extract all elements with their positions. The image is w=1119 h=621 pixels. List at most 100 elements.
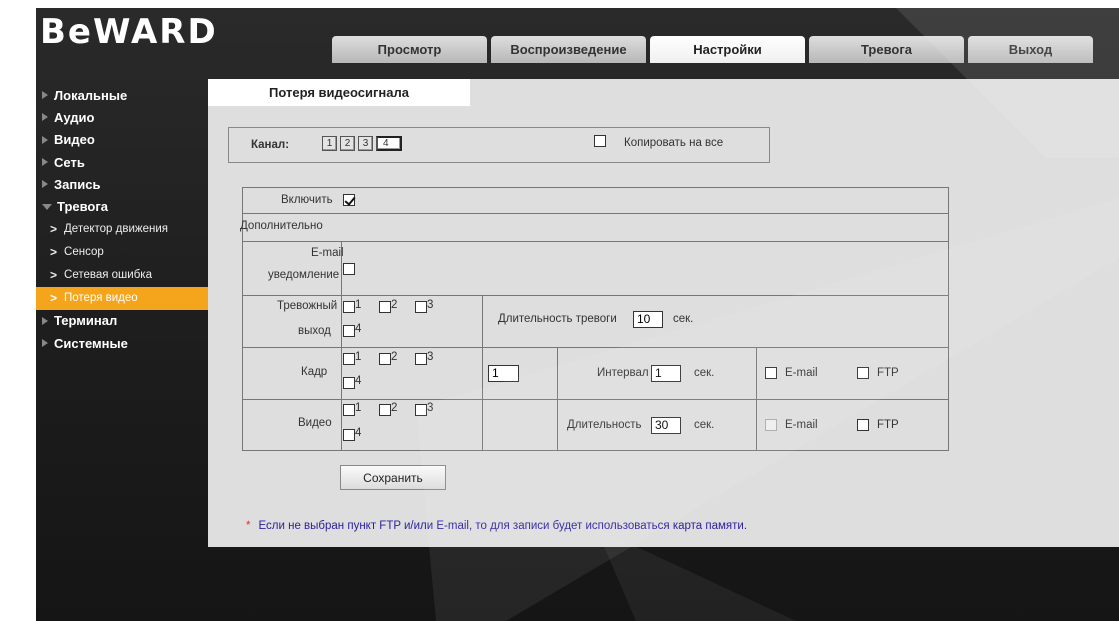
sidebar-item-video[interactable]: Видео <box>36 129 208 151</box>
sidebar-item-label: Системные <box>54 335 128 351</box>
channel-3-button[interactable]: 3 <box>358 136 373 151</box>
note-asterisk: * <box>246 520 251 532</box>
alarm-output-label: Тревожный <box>277 300 338 312</box>
sidebar-item-audio[interactable]: Аудио <box>36 106 208 128</box>
settings-panel: Потеря видеосигнала Канал: 1 2 3 4 Копир… <box>208 79 1119 547</box>
channel-selector: Канал: 1 2 3 4 Копировать на все <box>228 127 770 163</box>
divider <box>242 187 948 188</box>
ftp-option-label: FTP <box>877 367 899 379</box>
sidebar-item-alarm[interactable]: Тревога <box>36 195 208 217</box>
output-2-label: 2 <box>391 299 398 311</box>
sidebar-subitem-label: Потеря видео <box>64 292 138 305</box>
sidebar-item-local[interactable]: Локальные <box>36 84 208 106</box>
sidebar-subitem-network-error[interactable]: > Сетевая ошибка <box>36 264 208 287</box>
frame-output-3-checkbox[interactable] <box>415 353 427 365</box>
frame-label: Кадр <box>301 366 328 378</box>
divider <box>242 241 948 242</box>
sidebar-item-record[interactable]: Запись <box>36 173 208 195</box>
sidebar-subitem-motion-detector[interactable]: > Детектор движения <box>36 218 208 241</box>
sidebar-item-label: Терминал <box>54 313 118 329</box>
sidebar-item-label: Сеть <box>54 154 85 170</box>
alarm-output-4-checkbox[interactable] <box>343 325 355 337</box>
frame-output-4-checkbox[interactable] <box>343 377 355 389</box>
tab-alarm[interactable]: Тревога <box>809 36 964 63</box>
channel-1-button[interactable]: 1 <box>322 136 337 151</box>
video-label: Видео <box>298 417 332 429</box>
channel-4-button[interactable]: 4 <box>376 136 402 151</box>
triangle-right-icon <box>42 135 48 144</box>
triangle-right-icon <box>42 316 48 325</box>
video-output-2-checkbox[interactable] <box>379 404 391 416</box>
frame-output-1-checkbox[interactable] <box>343 353 355 365</box>
tab-view[interactable]: Просмотр <box>332 36 487 63</box>
interval-input[interactable]: 1 <box>651 365 681 382</box>
sidebar-subitem-sensor[interactable]: > Сенсор <box>36 241 208 264</box>
copy-all-checkbox[interactable] <box>594 135 606 147</box>
divider <box>242 295 948 296</box>
sidebar-subitem-video-loss[interactable]: > Потеря видео <box>36 286 208 310</box>
video-output-1-checkbox[interactable] <box>343 404 355 416</box>
frame-count-input[interactable]: 1 <box>488 365 519 382</box>
divider <box>242 399 948 400</box>
triangle-down-icon <box>42 203 52 210</box>
video-email-checkbox[interactable] <box>765 419 777 431</box>
video-output-4-checkbox[interactable] <box>343 429 355 441</box>
divider <box>557 347 558 451</box>
copy-all-label: Копировать на все <box>624 137 724 149</box>
tab-settings[interactable]: Настройки <box>650 36 805 63</box>
sec-label: сек. <box>673 313 694 325</box>
tab-logout[interactable]: Выход <box>968 36 1093 63</box>
save-button[interactable]: Сохранить <box>340 465 446 490</box>
email-notify-checkbox[interactable] <box>343 263 355 275</box>
output-3-label: 3 <box>427 299 434 311</box>
video-ftp-checkbox[interactable] <box>857 419 869 431</box>
divider <box>242 450 948 451</box>
alarm-duration-input[interactable]: 10 <box>633 311 663 328</box>
sidebar-item-label: Видео <box>54 132 95 148</box>
frame-ftp-checkbox[interactable] <box>857 367 869 379</box>
top-nav-tabs: Просмотр Воспроизведение Настройки Трево… <box>332 36 1093 63</box>
app-window: BeWARD Просмотр Воспроизведение Настройк… <box>36 8 1119 621</box>
output-2-label: 2 <box>391 351 398 363</box>
enable-label: Включить <box>281 194 333 206</box>
email-option-label: E-mail <box>785 419 818 431</box>
alarm-output-label: выход <box>298 325 331 337</box>
sidebar-item-terminal[interactable]: Терминал <box>36 310 208 332</box>
output-3-label: 3 <box>427 402 434 414</box>
duration-input[interactable]: 30 <box>651 417 681 434</box>
sidebar: Локальные Аудио Видео Сеть Запись Тревог… <box>36 84 208 354</box>
divider <box>482 295 483 451</box>
enable-checkbox[interactable] <box>343 194 355 206</box>
sec-label: сек. <box>694 367 715 379</box>
chevron-right-icon: > <box>50 222 58 237</box>
output-4-label: 4 <box>355 375 362 387</box>
video-output-3-checkbox[interactable] <box>415 404 427 416</box>
sidebar-item-label: Локальные <box>54 87 128 103</box>
output-4-label: 4 <box>355 427 362 439</box>
email-option-label: E-mail <box>785 367 818 379</box>
alarm-output-3-checkbox[interactable] <box>415 301 427 313</box>
tab-playback[interactable]: Воспроизведение <box>491 36 646 63</box>
sidebar-item-label: Тревога <box>57 199 109 215</box>
email-label: уведомление <box>268 269 340 281</box>
alarm-output-2-checkbox[interactable] <box>379 301 391 313</box>
chevron-right-icon: > <box>50 268 58 283</box>
alarm-output-1-checkbox[interactable] <box>343 301 355 313</box>
channel-label: Канал: <box>251 139 290 151</box>
frame-email-checkbox[interactable] <box>765 367 777 379</box>
chevron-right-icon: > <box>50 245 58 260</box>
output-2-label: 2 <box>391 402 398 414</box>
page-title: Потеря видеосигнала <box>208 79 470 106</box>
sidebar-item-network[interactable]: Сеть <box>36 151 208 173</box>
sidebar-subitem-label: Сенсор <box>64 246 104 259</box>
frame-output-2-checkbox[interactable] <box>379 353 391 365</box>
beward-logo: BeWARD <box>40 12 218 52</box>
divider <box>756 347 757 451</box>
chevron-right-icon: > <box>50 291 58 306</box>
output-1-label: 1 <box>355 402 362 414</box>
interval-label: Интервал <box>597 367 649 379</box>
sidebar-item-system[interactable]: Системные <box>36 332 208 354</box>
sidebar-item-label: Запись <box>54 176 101 192</box>
channel-2-button[interactable]: 2 <box>340 136 355 151</box>
sidebar-subitem-label: Сетевая ошибка <box>64 269 152 282</box>
